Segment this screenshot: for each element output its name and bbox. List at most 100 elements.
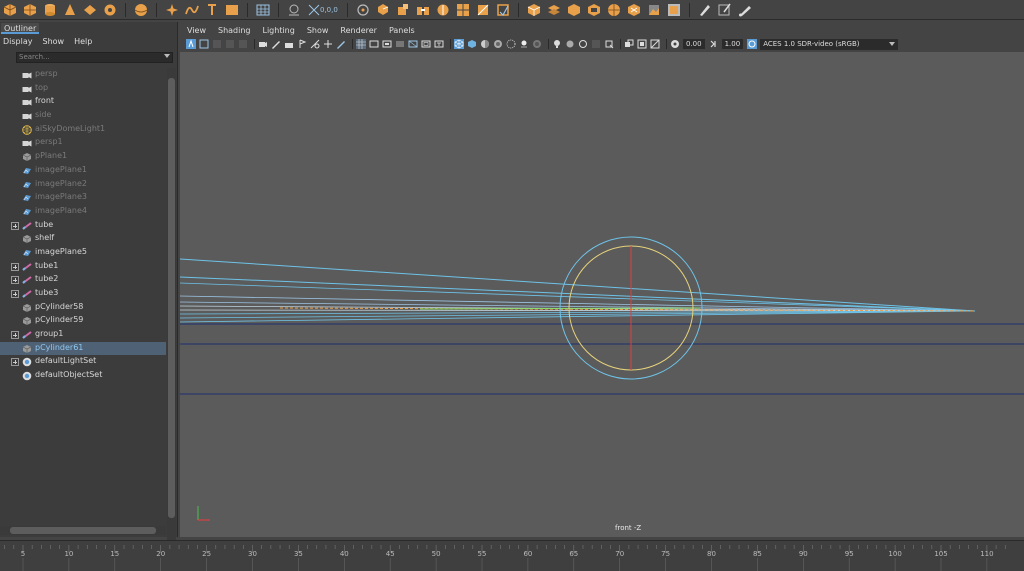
film-gate-toggle-icon[interactable] <box>369 39 379 49</box>
locator-icon[interactable] <box>307 3 321 17</box>
outliner-item-imagePlane3[interactable]: imagePlane3 <box>0 191 166 205</box>
smooth-shade-icon[interactable] <box>467 39 477 49</box>
outliner-item-imagePlane4[interactable]: imagePlane4 <box>0 205 166 219</box>
expand-plus-icon[interactable] <box>11 358 19 367</box>
cylindrical-map-icon[interactable] <box>567 3 581 17</box>
gamma-field[interactable]: 1.00 <box>721 39 744 49</box>
outliner-item-group1[interactable]: group1 <box>0 328 166 342</box>
combine-icon[interactable] <box>436 3 450 17</box>
spherical-map-icon[interactable] <box>587 3 601 17</box>
gate-mask-icon[interactable] <box>395 39 405 49</box>
bevel-icon[interactable] <box>396 3 410 17</box>
outliner-item-side[interactable]: side <box>0 109 166 123</box>
resolution-gate-toggle-icon[interactable] <box>382 39 392 49</box>
pencil-icon[interactable] <box>698 3 712 17</box>
outliner-vertical-scrollbar[interactable] <box>167 68 176 546</box>
safe-action-icon[interactable] <box>421 39 431 49</box>
outliner-item-pCylinder59[interactable]: pCylinder59 <box>0 314 166 328</box>
panel-menu-shading[interactable]: Shading <box>218 24 251 37</box>
gamma-icon[interactable] <box>709 39 719 49</box>
panel-menu-show[interactable]: Show <box>307 24 329 37</box>
star-icon[interactable] <box>165 3 179 17</box>
default-material-icon[interactable] <box>480 39 490 49</box>
expand-plus-icon[interactable] <box>11 276 19 285</box>
depth-of-field-icon[interactable] <box>578 39 588 49</box>
pen-icon[interactable] <box>718 3 732 17</box>
exposure-icon[interactable] <box>670 39 680 49</box>
outliner-item-defaultObjectSet[interactable]: defaultObjectSet <box>0 369 166 383</box>
texture-icon[interactable] <box>647 3 661 17</box>
backface-culling-icon[interactable] <box>637 39 647 49</box>
chevron-down-icon[interactable] <box>164 54 170 58</box>
panel-menu-renderer[interactable]: Renderer <box>340 24 377 37</box>
grid-toggle-icon[interactable] <box>356 39 366 49</box>
outliner-menu-show[interactable]: Show <box>43 36 65 48</box>
unfold-icon[interactable] <box>607 3 621 17</box>
outliner-item-front[interactable]: front <box>0 95 166 109</box>
expand-plus-icon[interactable] <box>11 290 19 298</box>
outliner-item-top[interactable]: top <box>0 82 166 96</box>
shadows-icon[interactable] <box>519 39 529 49</box>
grease-pencil-icon[interactable] <box>271 39 281 49</box>
no-display-icon[interactable] <box>650 39 660 49</box>
color-management-icon[interactable] <box>747 39 758 49</box>
outliner-item-imagePlane5[interactable]: imagePlane5 <box>0 246 166 260</box>
outliner-menu-help[interactable]: Help <box>74 36 92 48</box>
outliner-horizontal-scroll-thumb[interactable] <box>10 527 156 534</box>
camera-attributes-icon[interactable] <box>199 39 209 49</box>
text-tool-icon[interactable] <box>205 3 219 17</box>
outliner-item-imagePlane1[interactable]: imagePlane1 <box>0 164 166 178</box>
motion-blur-icon[interactable] <box>552 39 562 49</box>
camera-icon[interactable] <box>258 39 268 49</box>
outliner-search-input[interactable]: Search... <box>16 52 173 63</box>
outliner-item-defaultLightSet[interactable]: defaultLightSet <box>0 355 166 369</box>
brush-icon[interactable] <box>738 3 752 17</box>
outliner-vertical-scroll-thumb[interactable] <box>168 78 175 518</box>
expand-plus-icon[interactable] <box>11 262 19 271</box>
resolution-gate-icon[interactable] <box>323 39 333 49</box>
extrude-icon[interactable] <box>376 3 390 17</box>
outliner-item-tube3[interactable]: tube3 <box>0 287 166 301</box>
curve-tool-icon[interactable] <box>185 3 199 17</box>
svg-tool-icon[interactable] <box>225 3 239 17</box>
expand-plus-icon[interactable] <box>11 331 19 340</box>
planar-map-icon[interactable] <box>547 3 561 17</box>
boolean-icon[interactable] <box>496 3 510 17</box>
bridge-icon[interactable] <box>416 3 430 17</box>
safe-title-icon[interactable] <box>434 39 444 49</box>
camera-lock-icon[interactable] <box>284 39 294 49</box>
outliner-item-imagePlane2[interactable]: imagePlane2 <box>0 178 166 192</box>
uv-icon[interactable] <box>527 3 541 17</box>
field-chart-icon[interactable] <box>408 39 418 49</box>
sculpt-icon[interactable] <box>356 3 370 17</box>
outliner-item-tube1[interactable]: tube1 <box>0 260 166 274</box>
xray-joints-icon[interactable] <box>624 39 634 49</box>
time-slider[interactable]: 5 10 15 20 25 30 35 40 45 50 55 60 65 70 75 80 85 90 95 100… <box>0 540 1024 571</box>
bookmark-icon[interactable] <box>212 39 222 49</box>
use-all-lights-icon[interactable] <box>506 39 516 49</box>
torus-icon[interactable] <box>103 3 117 17</box>
exposure-field[interactable]: 0.00 <box>683 39 705 49</box>
cube-icon[interactable] <box>23 3 37 17</box>
anti-alias-icon[interactable] <box>565 39 575 49</box>
two-d-pan-icon[interactable] <box>238 39 248 49</box>
outliner-item-persp1[interactable]: persp1 <box>0 136 166 150</box>
outliner-item-shelf[interactable]: shelf <box>0 232 166 246</box>
outliner-item-pCylinder61[interactable]: pCylinder61 <box>0 341 166 356</box>
pencil-icon[interactable] <box>336 39 346 49</box>
film-gate-icon[interactable] <box>310 39 320 49</box>
outliner-item-persp[interactable]: persp <box>0 68 166 82</box>
cone-icon[interactable] <box>63 3 77 17</box>
bookmark-flag-icon[interactable] <box>297 39 307 49</box>
isolate-select-icon[interactable] <box>591 39 601 49</box>
xray-icon[interactable] <box>604 39 614 49</box>
ambient-occlusion-icon[interactable] <box>532 39 542 49</box>
outliner-item-aiSkyDomeLight1[interactable]: aiSkyDomeLight1 <box>0 123 166 137</box>
outliner-item-tube[interactable]: tube <box>0 219 166 233</box>
outliner-tab[interactable]: Outliner <box>1 23 39 34</box>
material-icon[interactable] <box>667 3 681 17</box>
measure-icon[interactable] <box>287 3 301 17</box>
smooth-icon[interactable] <box>476 3 490 17</box>
outliner-item-pPlane1[interactable]: pPlane1 <box>0 150 166 164</box>
panel-menu-panels[interactable]: Panels <box>389 24 415 37</box>
